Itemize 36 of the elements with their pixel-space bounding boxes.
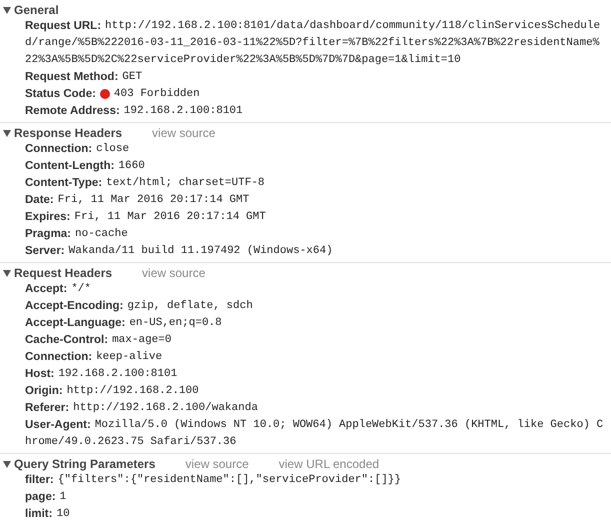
header-line: Content-Type: text/html; charset=UTF-8 [25,176,265,190]
disclosure-triangle-icon[interactable] [3,128,11,136]
disclosure-triangle-icon[interactable] [3,6,11,14]
header-line: Content-Length: 1660 [25,159,145,173]
header-line: Connection: keep-alive [25,350,162,364]
header-line: Connection: close [25,142,130,156]
header-value: 403 Forbidden [114,88,200,100]
header-line: Origin: http://192.168.2.100 [25,384,199,398]
disclosure-triangle-icon[interactable] [3,268,11,276]
header-line: Pragma: no-cache [25,227,128,241]
section-title[interactable]: General [14,2,59,16]
header-line: Accept-Language: en-US,en;q=0.8 [25,316,222,330]
header-line: User-Agent: Mozilla/5.0 (Windows NT 10.0; WOW64) AppleWebKit/537.36 (KHTML, like Gecko) Chrome/49.0.2623.75 Safari/537.36 [25,418,604,449]
header-line: Referer: http://192.168.2.100/wakanda [25,401,258,415]
view-link[interactable]: view source [185,456,249,470]
view-link[interactable]: view URL encoded [278,456,380,470]
section-title[interactable]: Query String Parameters [14,456,156,470]
header-line: Expires: Fri, 11 Mar 2016 20:17:14 GMT [25,210,266,224]
section-title[interactable]: Response Headers [14,126,122,140]
header-line: Remote Address: 192.168.2.100:8101 [25,104,243,118]
disclosure-triangle-icon[interactable] [3,460,11,468]
header-name: Status Code: [25,88,96,100]
header-line: limit: 10 [25,507,70,521]
view-link[interactable]: view source [142,266,206,280]
header-line: Accept: */* [25,282,91,296]
header-line: Cache-Control: max-age=0 [25,333,172,347]
header-line: Request Method: GET [25,70,142,84]
header-line: Date: Fri, 11 Mar 2016 20:17:14 GMT [25,193,250,207]
header-line: Server: Wakanda/11 build 11.197492 (Windows-x64) [25,244,333,258]
view-link[interactable]: view source [152,126,216,140]
section-title[interactable]: Request Headers [14,266,112,280]
header-line: Accept-Encoding: gzip, deflate, sdch [25,299,253,313]
header-line: Host: 192.168.2.100:8101 [25,367,178,381]
header-line: filter: {"filters":{"residentName":[],"serviceProvider":[]}} [25,473,402,487]
header-line: page: 1 [25,490,66,504]
header-line: Request URL: http://192.168.2.100:8101/data/dashboard/community/118/clinServicesScheduled/range/%5B%222016-03-11_2016-03-11%22%5D?filter=%7B%22filters%22%3A%7B%22residentName%22%3A%5B%5D%2C%22serviceProvider%22%3A%5B%5D%7D%7D&page=1&limit=10 [25,19,600,67]
